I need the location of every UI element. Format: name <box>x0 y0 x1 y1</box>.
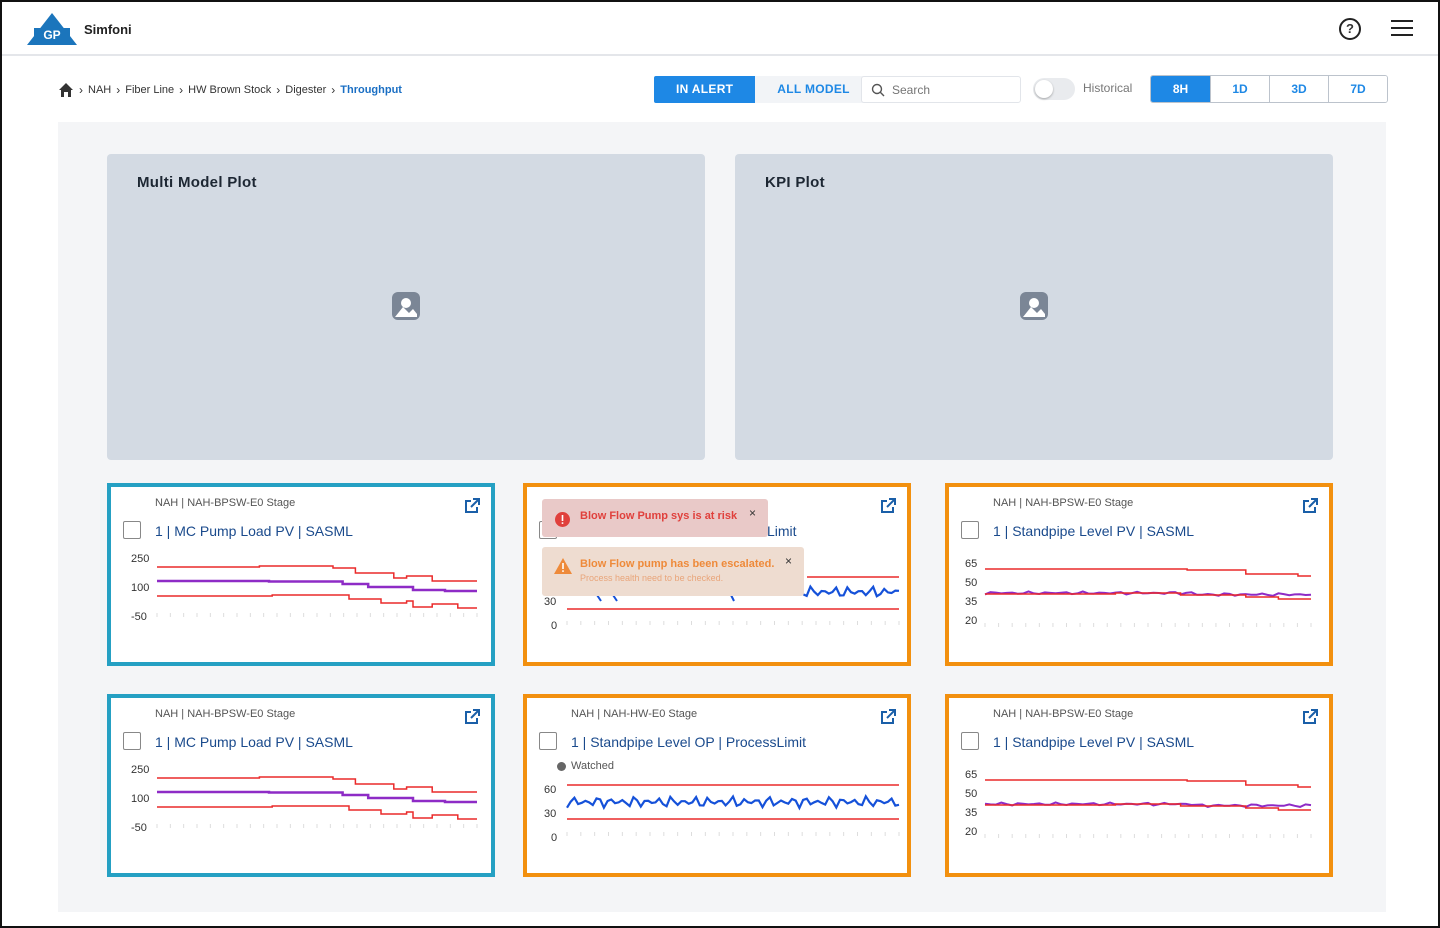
time-range-selector: 8H 1D 3D 7D <box>1150 75 1388 103</box>
model-card[interactable]: NAH | NAH-BPSW-E0 Stage 1 | MC Pump Load… <box>107 483 495 666</box>
y-tick-label: 30 <box>544 596 556 608</box>
y-tick-label: 100 <box>131 582 149 594</box>
breadcrumb-current: Throughput <box>340 84 402 96</box>
warning-toast-detail: Process health need to be checked. <box>580 573 724 583</box>
y-tick-label: 65 <box>965 769 977 781</box>
historical-label: Historical <box>1083 81 1133 95</box>
trend-chart: 65 50 35 20 <box>965 769 1312 838</box>
upper-limit-line <box>157 565 477 582</box>
y-tick-label: -50 <box>131 822 147 834</box>
trend-chart: 65 50 35 20 <box>965 558 1312 627</box>
breadcrumb-item[interactable]: HW Brown Stock <box>188 84 271 96</box>
lower-limit-line <box>157 805 477 820</box>
upper-limit-line <box>985 568 1311 577</box>
chevron-right-icon: › <box>276 83 281 97</box>
search-input[interactable] <box>890 81 1015 99</box>
y-tick-label: 0 <box>551 832 557 844</box>
range-1d-button[interactable]: 1D <box>1210 76 1269 102</box>
range-3d-button[interactable]: 3D <box>1269 76 1328 102</box>
y-tick-label: 50 <box>965 577 977 589</box>
model-card[interactable]: NAH | NAH-BPSW-E0 Stage 1 | MC Pump Load… <box>107 694 495 877</box>
chevron-right-icon: › <box>179 83 184 97</box>
y-tick-label: 20 <box>965 826 977 838</box>
y-tick-label: 20 <box>965 615 977 627</box>
breadcrumb-item[interactable]: NAH <box>88 84 111 96</box>
y-tick-label: 250 <box>131 553 149 565</box>
error-icon <box>555 512 570 527</box>
multi-model-plot-title: Multi Model Plot <box>137 174 257 191</box>
breadcrumb-item[interactable]: Digester <box>285 84 326 96</box>
y-tick-label: 100 <box>131 793 149 805</box>
y-tick-label: 0 <box>551 620 557 632</box>
search-box <box>861 76 1021 103</box>
kpi-plot-title: KPI Plot <box>765 174 825 191</box>
svg-text:GP: GP <box>43 28 60 42</box>
y-tick-label: 250 <box>131 764 149 776</box>
toggle-knob <box>1035 80 1053 98</box>
actual-value-line <box>566 793 900 811</box>
historical-toggle[interactable] <box>1033 78 1075 100</box>
help-circle-icon[interactable]: ? <box>1339 18 1361 40</box>
y-tick-label: -50 <box>131 611 147 623</box>
breadcrumb: › NAH › Fiber Line › HW Brown Stock › Di… <box>58 80 402 100</box>
chevron-right-icon: › <box>331 83 336 97</box>
lower-limit-line <box>157 594 477 609</box>
trend-chart: 60 30 0 <box>544 784 900 844</box>
warning-toast: Blow Flow pump has been escalated. Proce… <box>542 547 804 596</box>
model-card[interactable]: NAH | NAH-BPSW-E0 Stage 1 | Standpipe Le… <box>945 694 1333 877</box>
range-8h-button[interactable]: 8H <box>1151 76 1210 102</box>
actual-value-line <box>157 790 477 804</box>
actual-value-line <box>157 579 477 593</box>
breadcrumb-item[interactable]: Fiber Line <box>125 84 174 96</box>
hamburger-menu-icon[interactable] <box>1391 20 1413 38</box>
error-toast-message: Blow Flow Pump sys is at risk <box>580 510 738 522</box>
all-model-button[interactable]: ALL MODEL <box>755 76 872 103</box>
y-tick-label: 35 <box>965 596 977 608</box>
close-icon[interactable]: × <box>749 506 756 520</box>
chevron-right-icon: › <box>116 83 121 97</box>
y-tick-label: 60 <box>544 784 556 796</box>
gp-logo-icon[interactable]: GP <box>26 12 78 46</box>
search-icon <box>871 83 885 97</box>
close-icon[interactable]: × <box>785 554 792 568</box>
top-bar: GP Simfoni ? <box>2 2 1438 56</box>
alert-filter-toggle: IN ALERT ALL MODEL <box>654 76 872 103</box>
kpi-plot[interactable]: KPI Plot <box>735 154 1333 460</box>
image-placeholder-icon <box>392 292 420 320</box>
trend-chart: 250 100 -50 <box>131 764 478 834</box>
image-placeholder-icon <box>1020 292 1048 320</box>
in-alert-button[interactable]: IN ALERT <box>654 76 756 103</box>
actual-value-line <box>802 584 900 598</box>
y-tick-label: 30 <box>544 808 556 820</box>
y-tick-label: 65 <box>965 558 977 570</box>
model-card[interactable]: NAH | NAH-HW-E0 Stage 1 | Standpipe Leve… <box>523 694 911 877</box>
y-tick-label: 50 <box>965 788 977 800</box>
range-7d-button[interactable]: 7D <box>1328 76 1387 102</box>
upper-limit-line <box>157 776 477 793</box>
warning-toast-message: Blow Flow pump has been escalated. <box>580 558 775 570</box>
y-tick-label: 35 <box>965 807 977 819</box>
error-toast: Blow Flow Pump sys is at risk × <box>542 499 768 537</box>
model-card[interactable]: NAH | NAH-BPSW-E0 Stage 1 | Standpipe Le… <box>945 483 1333 666</box>
warning-icon <box>554 558 572 574</box>
upper-limit-line <box>985 779 1311 788</box>
trend-chart: 250 100 -50 <box>131 553 478 623</box>
brand-name: Simfoni <box>84 22 132 37</box>
multi-model-plot[interactable]: Multi Model Plot <box>107 154 705 460</box>
home-icon[interactable] <box>58 82 74 98</box>
chevron-right-icon: › <box>79 83 83 97</box>
